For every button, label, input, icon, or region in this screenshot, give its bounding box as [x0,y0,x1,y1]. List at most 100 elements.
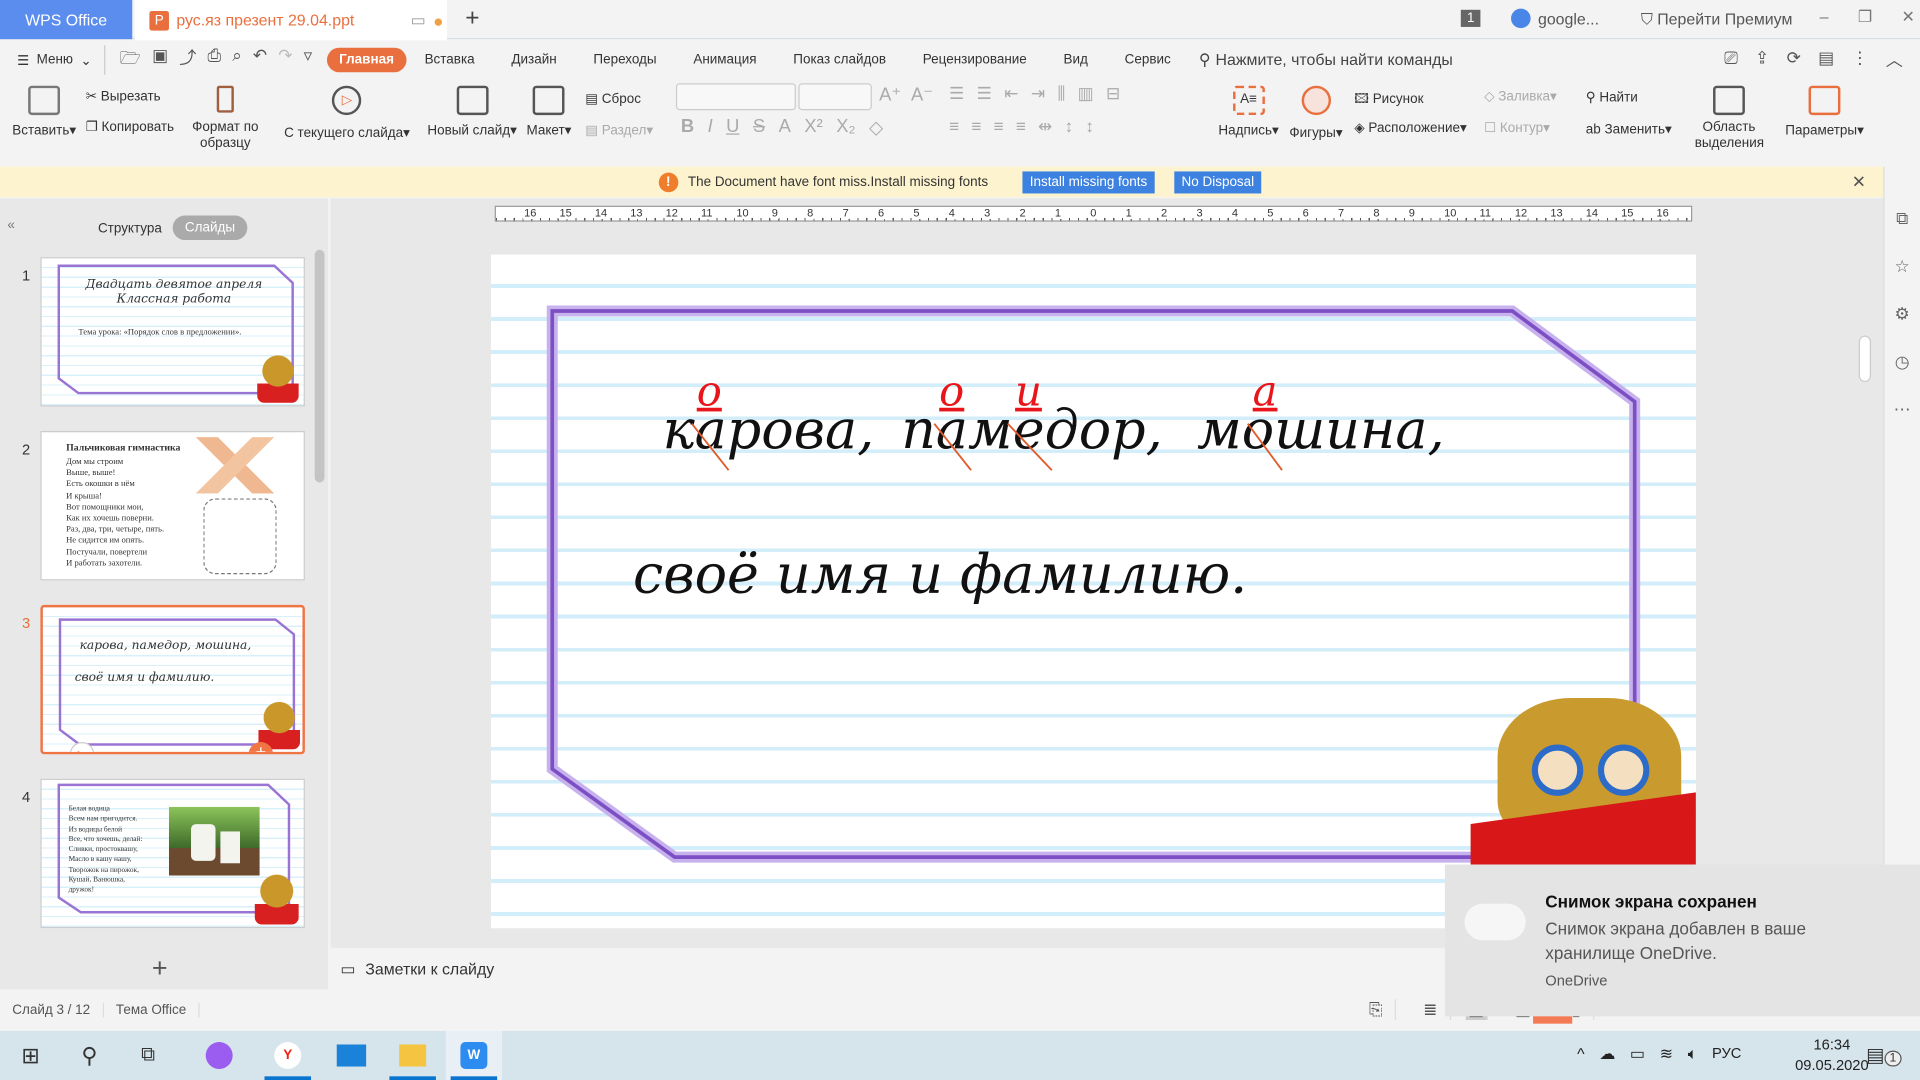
italic-icon[interactable]: I [708,116,713,138]
shrink-font-icon[interactable]: A⁻ [911,83,933,105]
tab-slideshow[interactable]: Показ слайдов [775,53,904,68]
undo-icon[interactable]: ↶ [253,45,267,74]
action-center-button[interactable]: ▤ 1 [1866,1043,1902,1067]
reset-button[interactable]: ▤ Сброс [585,91,641,107]
command-search[interactable]: ⚲ Нажмите, чтобы найти команды [1199,50,1453,70]
star-icon[interactable]: ☆ [1895,256,1910,277]
bullets-icon[interactable]: ☰ [949,83,964,104]
language-indicator[interactable]: РУС [1712,1044,1741,1064]
paste-button[interactable]: Вставить▾ [12,85,76,138]
avatar[interactable] [1511,8,1531,29]
align-right-icon[interactable]: ≡ [993,116,1003,137]
tab-review[interactable]: Рецензирование [904,53,1045,68]
eraser-icon[interactable]: ◇ [869,116,883,139]
tray-expand-icon[interactable]: ^ [1577,1044,1584,1064]
tab-view[interactable]: Вид [1045,53,1106,68]
customize-icon[interactable]: ▿ [304,45,313,74]
history-icon[interactable]: ◷ [1895,351,1910,372]
tab-structure[interactable]: Структура [98,222,162,237]
slide-switch-icon[interactable]: ⧉ [1896,208,1908,229]
collapse-panel-icon[interactable]: « [7,218,15,233]
tab-tools[interactable]: Сервис [1106,53,1189,68]
tab-slides[interactable]: Слайды [172,215,248,241]
slide-thumb-4[interactable]: Белая водица Всем нам пригодится. Из водиц… [40,778,305,929]
wifi-icon[interactable]: ≋ [1660,1044,1673,1064]
font-name-select[interactable] [675,83,796,111]
horizontal-ruler[interactable]: 16 15 14 13 12 11 10 9 8 7 6 5 4 3 2 1 0 1 2 3 4 5 6 7 8 9 10 11 12 1… [494,205,1693,222]
align-left-icon[interactable]: ≡ [949,116,959,137]
justify-icon[interactable]: ≡ [1016,116,1026,137]
para-spacing-icon[interactable]: ↕ [1085,116,1094,137]
bold-icon[interactable]: B [681,116,694,138]
minimize-button[interactable]: – [1820,7,1829,27]
align-text-icon[interactable]: ⊟ [1106,83,1120,104]
close-button[interactable]: ✕ [1901,7,1914,27]
document-tab[interactable]: P рус.яз презент 29.04.ppt ▭ ● [134,0,447,41]
add-slide-button[interactable]: + [152,953,168,985]
menu-button[interactable]: ☰ Меню ⌄ [0,52,104,68]
comment-icon[interactable]: ▤ [1818,48,1834,72]
font-size-select[interactable] [798,83,872,111]
onedrive-icon[interactable]: ☁ [1599,1044,1615,1064]
battery-icon[interactable]: ▭ [1630,1044,1645,1064]
preview-icon[interactable]: ⌕ [232,45,242,74]
search-button[interactable]: ⚲ [61,1031,117,1080]
panel-scrollbar[interactable] [314,249,325,483]
account-name[interactable]: google... [1538,9,1599,27]
tab-insert[interactable]: Вставка [406,53,493,68]
export-icon[interactable]: ⤴ [179,45,196,74]
more-icon[interactable]: ⋮ [1851,48,1868,72]
copy-button[interactable]: ❐ Копировать [86,119,174,135]
line-spacing-icon[interactable]: ↕ [1065,116,1074,137]
export-pdf-icon[interactable]: ⇪ [1755,48,1769,72]
text-direction-icon[interactable]: ⫼ [1057,83,1065,104]
shapes-button[interactable]: Фигуры▾ [1289,85,1343,141]
more-options-icon[interactable]: ⋯ [1894,399,1911,420]
cut-button[interactable]: ✂ Вырезать [86,88,161,104]
explorer-button[interactable] [384,1031,440,1080]
vertical-scrollbar[interactable] [1858,208,1872,943]
mail-button[interactable] [323,1031,379,1080]
increase-indent-icon[interactable]: ⇥ [1031,83,1045,104]
arrange-button[interactable]: ◈ Расположение▾ [1354,120,1466,136]
window-count-badge[interactable]: 1 [1460,9,1481,27]
replace-button[interactable]: ab Заменить▾ [1586,121,1672,137]
premium-link[interactable]: ⛉ Перейти Премиум [1641,10,1793,30]
layout-button[interactable]: Макет▾ [527,85,571,138]
task-view-button[interactable]: ⧉ [120,1031,176,1080]
start-button[interactable]: ⊞ [2,1031,58,1080]
textbox-button[interactable]: A≡ Надпись▾ [1218,85,1279,138]
outline-button[interactable]: ☐ Контур▾ [1484,120,1550,136]
slide-thumb-3[interactable]: карова, памедор, мошина, своё имя и фами… [40,604,305,755]
find-button[interactable]: ⚲ Найти [1586,89,1638,106]
print-icon[interactable]: ⎙ [207,45,221,74]
from-current-slide-button[interactable]: ▷ С текущего слайда▾ [284,85,410,141]
presenter-icon[interactable]: ⎘ [1357,999,1397,1021]
save-icon[interactable]: ▣ [152,45,168,74]
properties-icon[interactable]: ⚙ [1895,304,1910,325]
share-icon[interactable]: ⎚ [1724,48,1738,72]
decrease-indent-icon[interactable]: ⇤ [1004,83,1018,104]
selection-pane-button[interactable]: Область выделения [1695,85,1764,152]
alice-button[interactable] [191,1031,247,1080]
wps-taskbar-button[interactable]: W [445,1031,503,1080]
params-button[interactable]: Параметры▾ [1785,85,1864,138]
tab-design[interactable]: Дизайн [493,53,575,68]
clock[interactable]: 16:34 09.05.2020 [1795,1035,1869,1077]
wps-office-tab[interactable]: WPS Office [0,0,133,40]
new-tab-button[interactable]: + [465,5,479,33]
collapse-ribbon-icon[interactable]: ︿ [1886,48,1903,72]
superscript-icon[interactable]: X² [804,116,822,138]
picture-button[interactable]: 🖾 Рисунок [1354,88,1423,111]
numbering-icon[interactable]: ☰ [977,83,992,104]
font-color-icon[interactable]: A [779,116,791,138]
slide-canvas[interactable]: карова, памедор, мошина, о о и а своё им… [491,254,1696,929]
subscript-icon[interactable]: X₂ [836,116,855,138]
new-slide-button[interactable]: Новый слайд▾ [427,85,517,138]
yandex-browser-button[interactable]: Y [260,1031,316,1080]
grow-font-icon[interactable]: A⁺ [879,83,901,105]
section-button[interactable]: ▤ Раздел▾ [585,122,653,139]
open-icon[interactable]: 🗁 [120,45,141,74]
columns-icon[interactable]: ▥ [1078,83,1094,104]
distribute-icon[interactable]: ⇹ [1038,116,1052,137]
